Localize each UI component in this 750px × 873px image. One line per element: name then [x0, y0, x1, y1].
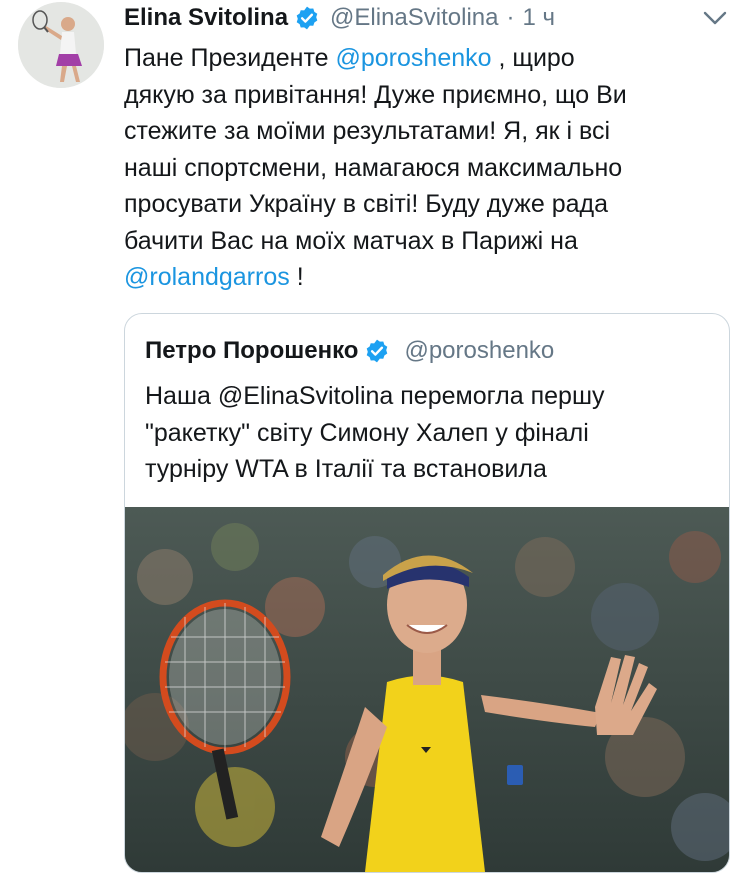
tweet-text-line: @rolandgarros ! — [124, 263, 304, 291]
quoted-text-line: "ракетку" світу Симону Халеп у фіналі — [145, 418, 589, 447]
author-name[interactable]: Elina Svitolina — [124, 4, 288, 32]
quoted-author-name: Петро Порошенко — [145, 337, 359, 364]
tweet-text-line: Пане Президенте @poroshenko , щиро — [124, 44, 575, 72]
verified-badge-icon — [364, 338, 390, 364]
tweet-text: Пане Президенте @poroshenko , щиро дякую… — [124, 40, 724, 296]
avatar-image — [18, 2, 104, 88]
quoted-text-line: турніру WTA в Італії та встановила — [145, 455, 547, 483]
author-handle[interactable]: @ElinaSvitolina — [330, 4, 498, 32]
separator-dot: · — [506, 4, 515, 31]
mention-link[interactable]: @rolandgarros — [124, 263, 290, 291]
photo-tennis-player[interactable] — [125, 507, 729, 872]
tweet-text-line: наші спортсмени, намагаюся максимально — [124, 153, 623, 182]
tweet-timestamp[interactable]: 1 ч — [523, 4, 556, 32]
verified-badge-icon — [294, 5, 320, 31]
quoted-tweet-text: Наша @ElinaSvitolina перемогла першу "ра… — [145, 378, 715, 488]
tweet-text-line: стежите за моїми результатами! Я, як і в… — [124, 117, 611, 145]
quoted-text-line: Наша @ElinaSvitolina перемогла першу — [145, 382, 605, 410]
chevron-down-icon[interactable] — [702, 8, 728, 28]
quoted-tweet-card[interactable]: Петро Порошенко @poroshenko Наша @ElinaS… — [124, 313, 730, 873]
tweet-header: Elina Svitolina @ElinaSvitolina · 1 ч — [124, 0, 555, 36]
quoted-tweet-header: Петро Порошенко @poroshenko — [145, 334, 554, 368]
author-avatar[interactable] — [18, 2, 104, 88]
tweet-text-line: просувати Україну в світі! Буду дуже рад… — [124, 190, 609, 218]
mention-link[interactable]: @poroshenko — [336, 44, 492, 72]
tweet-text-line: бачити Вас на моїх матчах в Парижі на — [124, 226, 578, 255]
quoted-author-handle: @poroshenko — [404, 337, 555, 364]
tweet-text-line: дякую за привітання! Дуже приємно, що Ви — [124, 80, 627, 109]
